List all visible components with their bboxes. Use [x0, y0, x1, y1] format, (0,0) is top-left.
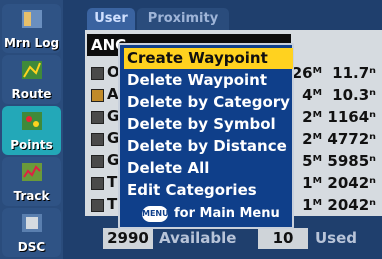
anchor-icon [91, 89, 104, 102]
gps-device-screen: Mrn Log Route Points Track DSC User Prox… [0, 0, 382, 259]
nav-label: DSC [17, 240, 46, 254]
menu-item-delete-waypoint[interactable]: Delete Waypoint [124, 70, 293, 91]
nav-item-dsc[interactable]: DSC [2, 208, 61, 257]
nav-label: Mrn Log [3, 36, 60, 50]
waypoint-symbol-icon [91, 155, 104, 168]
waypoint-symbol-icon [91, 133, 104, 146]
waypoint-distance: 26ᴹ [291, 64, 322, 82]
available-label: Available [159, 229, 237, 247]
waypoint-distance: 1ᴹ [302, 196, 322, 214]
waypoint-depth: 1164ⁿ [327, 108, 376, 126]
nav-rail: Mrn Log Route Points Track DSC [0, 0, 63, 259]
tab-user[interactable]: User [87, 8, 135, 30]
nav-label: Route [11, 87, 52, 101]
waypoint-distance: 4ᴹ [302, 86, 322, 104]
menu-footer-text: for Main Menu [174, 206, 280, 221]
waypoint-name: T [107, 173, 118, 191]
used-label: Used [315, 229, 358, 247]
nav-label: Points [10, 138, 53, 152]
options-menu: Create Waypoint Delete Waypoint Delete b… [118, 43, 294, 229]
waypoint-depth: 10.3ⁿ [332, 86, 376, 104]
nav-item-route[interactable]: Route [2, 55, 61, 104]
waypoint-distance: 2ᴹ [302, 130, 322, 148]
waypoint-name: T [107, 195, 118, 213]
menu-item-create-waypoint[interactable]: Create Waypoint [124, 48, 293, 69]
menu-item-delete-by-category[interactable]: Delete by Category [124, 92, 293, 113]
dsc-icon [22, 214, 42, 232]
menu-item-delete-all[interactable]: Delete All [124, 158, 293, 179]
waypoint-depth: 11.7ⁿ [332, 64, 376, 82]
route-icon [22, 61, 42, 79]
nav-item-points[interactable]: Points [2, 106, 61, 155]
waypoint-distance: 2ᴹ [302, 108, 322, 126]
waypoint-depth: 5985ⁿ [327, 152, 376, 170]
waypoint-distance: 5ᴹ [302, 152, 322, 170]
nav-item-track[interactable]: Track [2, 157, 61, 206]
available-count: 2990 [103, 228, 153, 249]
waypoint-symbol-icon [91, 177, 104, 190]
waypoint-symbol-icon [91, 111, 104, 124]
track-icon [22, 163, 42, 181]
waypoint-depth: 4772ⁿ [327, 130, 376, 148]
waypoint-distance: 1ᴹ [302, 174, 322, 192]
menu-item-delete-by-symbol[interactable]: Delete by Symbol [124, 114, 293, 135]
menu-footer-hint: MENU for Main Menu [140, 204, 290, 224]
menu-item-edit-categories[interactable]: Edit Categories [124, 180, 293, 201]
nav-label: Track [13, 189, 50, 203]
waypoint-depth: 2042ⁿ [327, 174, 376, 192]
nav-item-marine-log[interactable]: Mrn Log [2, 4, 61, 53]
menu-button-icon: MENU [142, 206, 169, 222]
menu-item-delete-by-distance[interactable]: Delete by Distance [124, 136, 293, 157]
logbook-icon [22, 10, 42, 28]
waypoint-depth: 2042ⁿ [327, 196, 376, 214]
points-icon [22, 112, 42, 130]
waypoint-symbol-icon [91, 199, 104, 212]
waypoint-symbol-icon [91, 67, 104, 80]
tab-proximity[interactable]: Proximity [137, 8, 229, 30]
used-count: 10 [258, 228, 308, 249]
